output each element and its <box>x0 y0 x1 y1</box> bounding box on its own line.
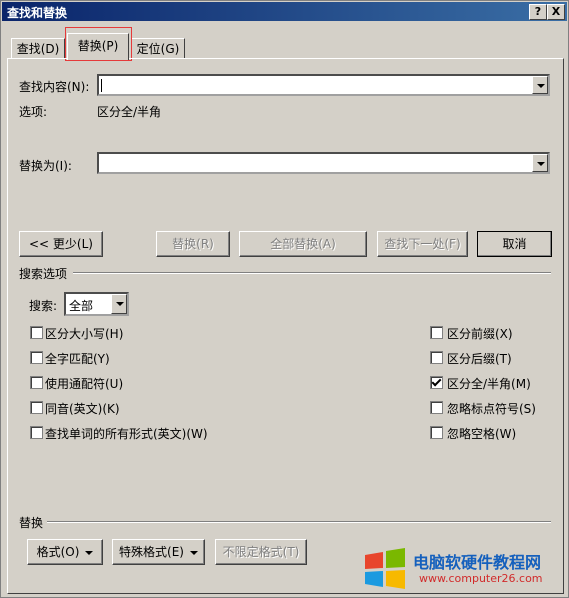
find-what-label: 查找内容(N): <box>19 80 90 94</box>
word-forms-label: 查找单词的所有形式(英文)(W) <box>45 427 208 441</box>
search-direction-label: 搜索: <box>29 299 58 313</box>
special-button[interactable]: 特殊格式(E) <box>112 539 205 565</box>
replace-with-dropdown-button[interactable] <box>532 154 548 172</box>
find-what-input[interactable] <box>97 74 550 96</box>
no-formatting-button[interactable]: 不限定格式(T) <box>215 539 307 565</box>
close-button[interactable]: X <box>547 4 565 20</box>
chevron-down-icon <box>85 550 94 555</box>
search-direction-select[interactable]: 全部 <box>64 292 129 316</box>
match-width-label: 区分全/半角(M) <box>447 377 531 391</box>
sounds-like-checkbox[interactable] <box>30 401 43 414</box>
wildcards-checkbox[interactable] <box>30 376 43 389</box>
match-prefix-label: 区分前缀(X) <box>447 327 513 341</box>
match-case-label: 区分大小写(H) <box>45 327 124 341</box>
site-watermark: 电脑软硬件教程网 www.computer26.com <box>361 545 566 593</box>
replace-section-heading: 替换 <box>19 516 44 530</box>
find-replace-dialog: 查找和替换 ? X 查找(D) 替换(P) 定位(G) 查找内容(N): 选项:… <box>0 0 569 598</box>
ignore-punct-checkbox[interactable] <box>430 401 443 414</box>
match-suffix-checkbox[interactable] <box>430 351 443 364</box>
tab-replace[interactable]: 替换(P) <box>67 33 129 60</box>
replace-all-button[interactable]: 全部替换(A) <box>239 231 367 257</box>
wildcards-label: 使用通配符(U) <box>45 377 124 391</box>
sounds-like-label: 同音(英文)(K) <box>45 402 120 416</box>
windows-logo-icon <box>365 548 405 589</box>
whole-word-label: 全字匹配(Y) <box>45 352 110 366</box>
find-what-dropdown-button[interactable] <box>532 76 548 94</box>
replace-with-label: 替换为(I): <box>19 159 72 173</box>
match-width-checkbox[interactable] <box>430 376 443 389</box>
dialog-title: 查找和替换 <box>7 6 68 20</box>
replace-with-input[interactable] <box>97 152 550 174</box>
search-options-heading: 搜索选项 <box>19 267 68 281</box>
cancel-button[interactable]: 取消 <box>477 231 552 257</box>
options-label: 选项: <box>19 105 48 119</box>
ignore-space-label: 忽略空格(W) <box>447 427 517 441</box>
format-button[interactable]: 格式(O) <box>27 539 103 565</box>
watermark-title: 电脑软硬件教程网 <box>413 553 542 572</box>
ignore-punct-label: 忽略标点符号(S) <box>447 402 536 416</box>
watermark-url: www.computer26.com <box>419 572 543 585</box>
tab-find[interactable]: 查找(D) <box>11 38 65 59</box>
match-suffix-label: 区分后缀(T) <box>447 352 512 366</box>
tab-goto[interactable]: 定位(G) <box>131 38 185 59</box>
search-direction-dropdown-button[interactable] <box>111 294 127 314</box>
less-button[interactable]: << 更少(L) <box>19 231 103 257</box>
replace-section-divider <box>47 521 551 523</box>
match-case-checkbox[interactable] <box>30 326 43 339</box>
whole-word-checkbox[interactable] <box>30 351 43 364</box>
word-forms-checkbox[interactable] <box>30 426 43 439</box>
find-next-button[interactable]: 查找下一处(F) <box>377 231 468 257</box>
replace-button[interactable]: 替换(R) <box>156 231 230 257</box>
title-bar: 查找和替换 ? X <box>2 2 567 21</box>
text-caret <box>101 79 102 92</box>
search-options-divider <box>73 272 551 274</box>
options-value: 区分全/半角 <box>97 105 162 119</box>
ignore-space-checkbox[interactable] <box>430 426 443 439</box>
match-prefix-checkbox[interactable] <box>430 326 443 339</box>
help-button[interactable]: ? <box>529 4 547 20</box>
chevron-down-icon <box>189 550 198 555</box>
